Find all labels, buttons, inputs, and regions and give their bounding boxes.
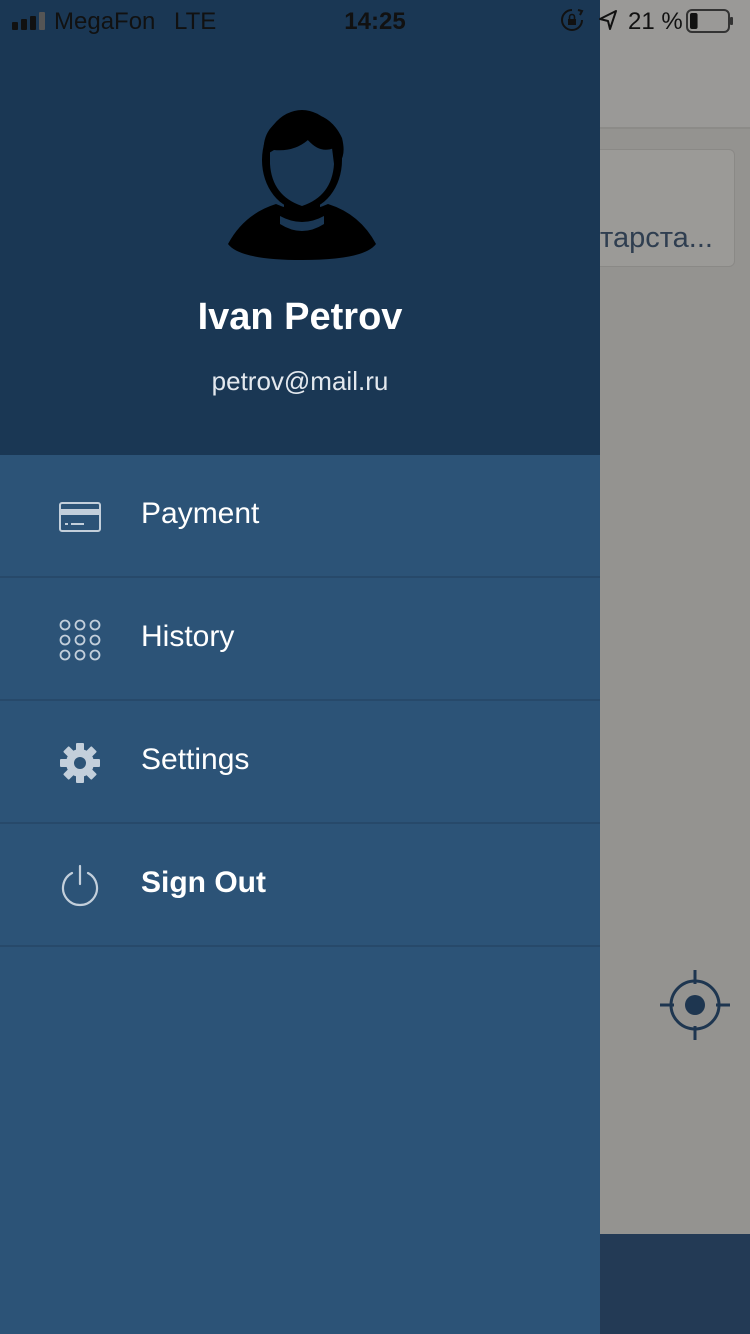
credit-card-icon [59, 502, 101, 532]
background-card-text: тарста... [600, 222, 713, 254]
menu-item-sign-out[interactable]: Sign Out [0, 824, 600, 947]
orientation-lock-icon [561, 9, 584, 31]
location-arrow-icon [599, 10, 617, 30]
user-email: petrov@mail.ru [211, 366, 389, 396]
navigation-drawer: Ivan Petrov petrov@mail.ru Payment Histo… [0, 0, 600, 1334]
menu-item-settings[interactable]: Settings [0, 701, 600, 824]
menu-label-settings: Settings [141, 743, 250, 776]
status-bar: MegaFon LTE 14:25 21 % [0, 0, 750, 42]
user-avatar-icon[interactable] [224, 104, 380, 260]
drawer-menu: Payment History Settings Sign Out [0, 455, 600, 947]
menu-label-history: History [141, 620, 235, 653]
menu-item-history[interactable]: History [0, 578, 600, 701]
user-name: Ivan Petrov [197, 296, 403, 338]
locate-me-icon [660, 970, 730, 1040]
background-bottom-bar [600, 1234, 750, 1334]
menu-label-payment: Payment [141, 497, 260, 530]
menu-label-sign-out: Sign Out [141, 866, 266, 899]
grid-dots-icon [59, 619, 101, 661]
background-address-card: тарста... [585, 149, 735, 267]
power-icon [61, 864, 99, 907]
battery-icon [686, 9, 733, 33]
menu-item-payment[interactable]: Payment [0, 455, 600, 578]
battery-percent: 21 % [628, 8, 683, 35]
drawer-header: Ivan Petrov petrov@mail.ru [0, 0, 600, 455]
gear-icon [60, 743, 100, 783]
